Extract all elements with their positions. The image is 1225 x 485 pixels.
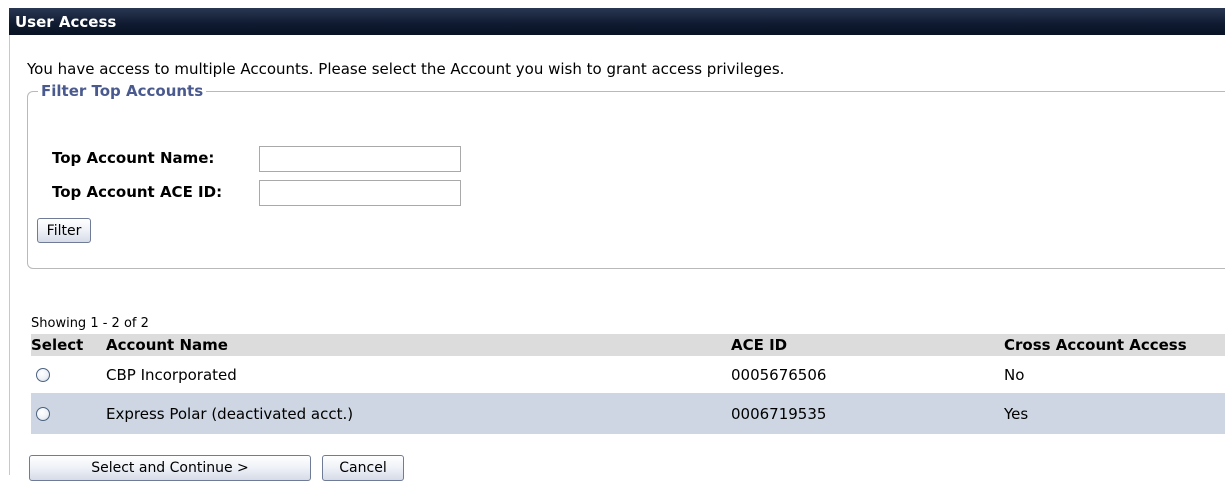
top-account-name-label: Top Account Name: <box>52 149 215 167</box>
column-header-cross-account-access: Cross Account Access <box>1004 336 1187 354</box>
ace-id-cell: 0005676506 <box>731 365 827 384</box>
select-cell <box>31 356 50 393</box>
cancel-button[interactable]: Cancel <box>322 455 404 481</box>
account-radio-button[interactable] <box>36 367 50 382</box>
select-and-continue-button[interactable]: Select and Continue > <box>29 455 311 481</box>
cross-account-access-cell: Yes <box>1004 404 1029 423</box>
top-account-name-input[interactable] <box>259 146 461 172</box>
header-bar: User Access <box>9 8 1225 35</box>
column-header-select: Select <box>31 336 84 354</box>
cross-account-access-cell: No <box>1004 365 1025 384</box>
column-header-ace-id: ACE ID <box>731 336 788 354</box>
ace-id-cell: 0006719535 <box>731 404 827 423</box>
select-cell <box>31 393 50 434</box>
filter-top-accounts-panel: Filter Top Accounts Top Account Name: To… <box>27 83 1225 269</box>
column-header-account-name: Account Name <box>106 336 228 354</box>
top-account-ace-id-label: Top Account ACE ID: <box>52 183 223 201</box>
page-title: User Access <box>15 12 117 31</box>
top-account-ace-id-input[interactable] <box>259 180 461 206</box>
user-access-page: User Access You have access to multiple … <box>0 0 1225 485</box>
filter-legend: Filter Top Accounts <box>41 82 204 100</box>
intro-text: You have access to multiple Accounts. Pl… <box>27 60 785 78</box>
left-divider <box>9 35 10 475</box>
table-header-row: Select Account Name ACE ID Cross Account… <box>31 334 1225 356</box>
account-radio-button[interactable] <box>36 406 50 421</box>
filter-button[interactable]: Filter <box>37 218 91 243</box>
table-row[interactable]: CBP Incorporated 0005676506 No <box>31 356 1225 393</box>
table-row[interactable]: Express Polar (deactivated acct.) 000671… <box>31 393 1225 434</box>
account-name-cell: Express Polar (deactivated acct.) <box>106 404 354 423</box>
account-name-cell: CBP Incorporated <box>106 365 237 384</box>
results-count: Showing 1 - 2 of 2 <box>31 316 149 331</box>
